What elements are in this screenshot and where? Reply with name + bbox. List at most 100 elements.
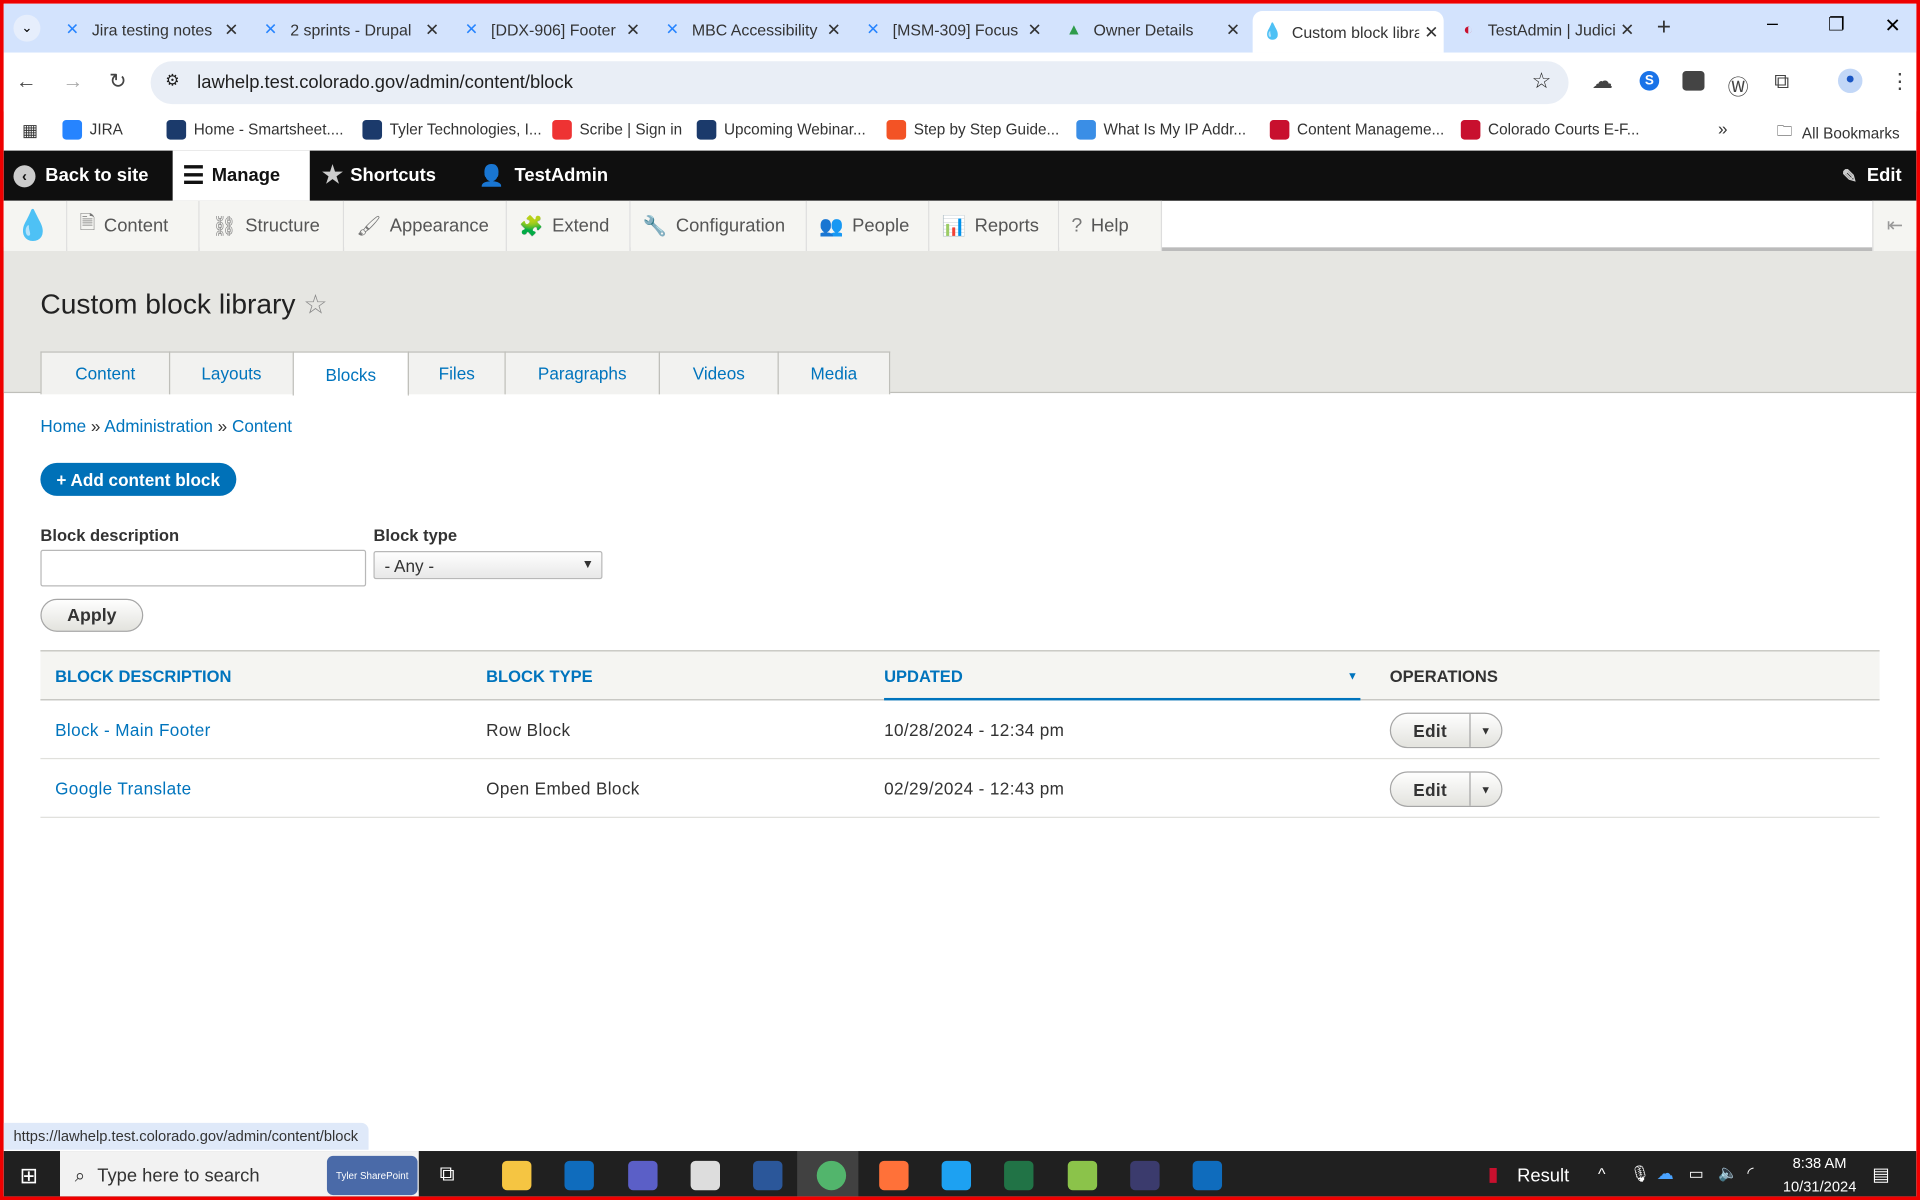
back-icon[interactable]: ← xyxy=(16,70,37,94)
edit-button[interactable]: Edit xyxy=(1391,713,1471,747)
close-tab-icon[interactable]: ✕ xyxy=(219,19,243,40)
tray-item-structure[interactable]: ⛓ Structure xyxy=(199,200,345,252)
close-tab-icon[interactable]: ✕ xyxy=(1615,19,1639,40)
tab-videos[interactable]: Videos xyxy=(658,351,779,395)
close-tab-icon[interactable]: ✕ xyxy=(621,19,645,40)
notifications-icon[interactable]: ▤ xyxy=(1872,1163,1889,1185)
close-window-button[interactable]: ✕ xyxy=(1884,13,1900,37)
dropbutton-toggle-icon[interactable]: ▼ xyxy=(1471,773,1502,806)
volume-icon[interactable]: 🔈 xyxy=(1718,1163,1738,1183)
tray-chevron-icon[interactable]: ^ xyxy=(1598,1164,1605,1182)
wordpress-extension-icon[interactable]: Ⓦ xyxy=(1728,70,1749,101)
tray-item-extend[interactable]: 🧩 Extend xyxy=(506,200,631,252)
tab-blocks[interactable]: Blocks xyxy=(292,351,409,396)
bookmark-item[interactable]: What Is My IP Addr... xyxy=(1076,120,1270,140)
manage-tab[interactable]: ☰ Manage xyxy=(172,150,310,201)
bookmark-item[interactable]: Home - Smartsheet.... xyxy=(166,120,363,140)
tray-item-people[interactable]: 👥 People xyxy=(806,200,930,252)
eclipse-icon[interactable] xyxy=(1130,1160,1160,1191)
extensions-puzzle-icon[interactable]: ⧉ xyxy=(1774,70,1789,94)
notepad-icon[interactable] xyxy=(1067,1160,1097,1191)
bookmark-star-icon[interactable]: ☆ xyxy=(1532,69,1552,95)
dropbutton-toggle-icon[interactable]: ▼ xyxy=(1471,714,1502,747)
bookmark-item[interactable]: Upcoming Webinar... xyxy=(697,120,887,140)
clock-time[interactable]: 8:38 AM xyxy=(1777,1155,1863,1172)
tab-layouts[interactable]: Layouts xyxy=(168,351,294,395)
browser-tab[interactable]: ◐ TestAdmin | Judicial ✕ xyxy=(1449,11,1640,48)
block-description-link[interactable]: Google Translate xyxy=(55,779,191,799)
password-extension-icon[interactable] xyxy=(1682,71,1705,91)
shortcut-star-icon[interactable]: ☆ xyxy=(303,289,327,320)
outlook-new-icon[interactable] xyxy=(1193,1160,1223,1191)
teams-icon[interactable] xyxy=(627,1160,658,1191)
more-bookmarks-icon[interactable]: » xyxy=(1718,119,1728,139)
onedrive-icon[interactable]: ☁ xyxy=(1657,1163,1674,1184)
bookmark-item[interactable]: Step by Step Guide... xyxy=(886,120,1077,140)
browser-tab[interactable]: ▲ Owner Details ✕ xyxy=(1054,11,1245,48)
tray-item-content[interactable]: 🗎 Content xyxy=(67,200,200,252)
windows-start-icon[interactable]: ⊞ xyxy=(20,1163,38,1189)
firefox-icon[interactable] xyxy=(878,1160,909,1191)
paint-icon[interactable] xyxy=(690,1160,720,1191)
edit-button[interactable]: Edit xyxy=(1391,772,1471,806)
browser-tab[interactable]: 💧Custom block library✕ xyxy=(1252,11,1444,53)
block-description-input[interactable] xyxy=(40,549,367,587)
edge-icon[interactable] xyxy=(941,1160,972,1191)
tab-media[interactable]: Media xyxy=(777,351,891,395)
close-tab-icon[interactable]: ✕ xyxy=(1419,21,1443,42)
tray-item-reports[interactable]: 📊 Reports xyxy=(929,200,1060,252)
news-widget[interactable]: Result xyxy=(1517,1166,1569,1187)
edit-toggle[interactable]: ✎ Edit xyxy=(1832,151,1911,201)
outlook-icon[interactable] xyxy=(564,1160,595,1191)
header-block-type[interactable]: BLOCK TYPE xyxy=(486,667,593,685)
bookmark-item[interactable]: Scribe | Sign in xyxy=(552,120,697,140)
add-content-block-button[interactable]: + Add content block xyxy=(40,462,236,496)
bookmark-item[interactable]: Colorado Courts E-F... xyxy=(1461,120,1645,140)
close-tab-icon[interactable]: ✕ xyxy=(1022,19,1046,40)
reload-icon[interactable]: ↻ xyxy=(109,70,126,94)
forward-icon[interactable]: → xyxy=(62,70,83,94)
block-description-link[interactable]: Block - Main Footer xyxy=(55,720,211,740)
bookmark-item[interactable]: JIRA xyxy=(62,120,167,140)
browser-tab[interactable]: ✕ MBC Accessibility ✕ xyxy=(653,11,846,48)
profile-avatar[interactable]: ● xyxy=(1837,68,1863,94)
skype-extension-icon[interactable]: S xyxy=(1639,71,1660,91)
drupal-logo-icon[interactable]: 💧 xyxy=(3,200,68,252)
tray-item-help[interactable]: ? Help xyxy=(1059,200,1163,252)
breadcrumb-administration[interactable]: Administration xyxy=(104,416,213,436)
tab-paragraphs[interactable]: Paragraphs xyxy=(504,351,661,395)
back-to-site-link[interactable]: ‹ Back to site xyxy=(4,151,159,201)
apply-button[interactable]: Apply xyxy=(40,598,144,632)
bookmark-item[interactable]: Content Manageme... xyxy=(1270,120,1461,140)
restore-button[interactable]: ❐ xyxy=(1828,13,1844,36)
minimize-button[interactable]: – xyxy=(1767,13,1778,35)
tab-files[interactable]: Files xyxy=(407,351,506,395)
wifi-icon[interactable]: ◜ xyxy=(1747,1163,1753,1183)
tab-search-button[interactable]: ⌄ xyxy=(13,14,41,42)
tray-item-appearance[interactable]: 🖌 Appearance xyxy=(344,200,507,252)
browser-tab[interactable]: ✕ 2 sprints - Drupal ✕ xyxy=(251,11,444,48)
tab-content[interactable]: Content xyxy=(40,351,171,395)
breadcrumb-home[interactable]: Home xyxy=(40,416,86,436)
task-view-icon[interactable]: ⧉ xyxy=(440,1162,455,1186)
browser-tab[interactable]: ✕ Jira testing notes ✕ xyxy=(53,11,244,48)
header-block-description[interactable]: BLOCK DESCRIPTION xyxy=(55,667,231,685)
user-tab[interactable]: 👤 TestAdmin xyxy=(469,151,618,201)
extension-icon[interactable]: ☁ xyxy=(1592,70,1613,94)
battery-icon[interactable]: ▭ xyxy=(1689,1164,1704,1184)
taskbar-search[interactable]: ⌕ Type here to search Tyler SharePoint xyxy=(60,1151,419,1197)
tray-item-configuration[interactable]: 🔧 Configuration xyxy=(630,200,807,252)
browser-tab[interactable]: ✕ [DDX-906] Footer ✕ xyxy=(452,11,645,48)
all-bookmarks[interactable]: 🗀 All Bookmarks xyxy=(1777,120,1900,146)
breadcrumb-content[interactable]: Content xyxy=(232,416,292,436)
orientation-toggle-icon[interactable]: ⇤ xyxy=(1872,200,1917,252)
clock-date[interactable]: 10/31/2024 xyxy=(1777,1178,1863,1195)
word-icon[interactable] xyxy=(753,1160,783,1191)
shortcuts-tab[interactable]: ★ Shortcuts xyxy=(312,151,446,201)
browser-tab[interactable]: ✕ [MSM-309] Focus ✕ xyxy=(853,11,1046,48)
block-type-select[interactable]: - Any - ▼ xyxy=(373,551,603,580)
site-info-icon[interactable]: ⚙ xyxy=(165,71,179,91)
menu-kebab-icon[interactable]: ⋮ xyxy=(1889,70,1910,94)
excel-icon[interactable] xyxy=(1004,1160,1034,1191)
apps-grid-icon[interactable]: ▦ xyxy=(22,119,38,140)
